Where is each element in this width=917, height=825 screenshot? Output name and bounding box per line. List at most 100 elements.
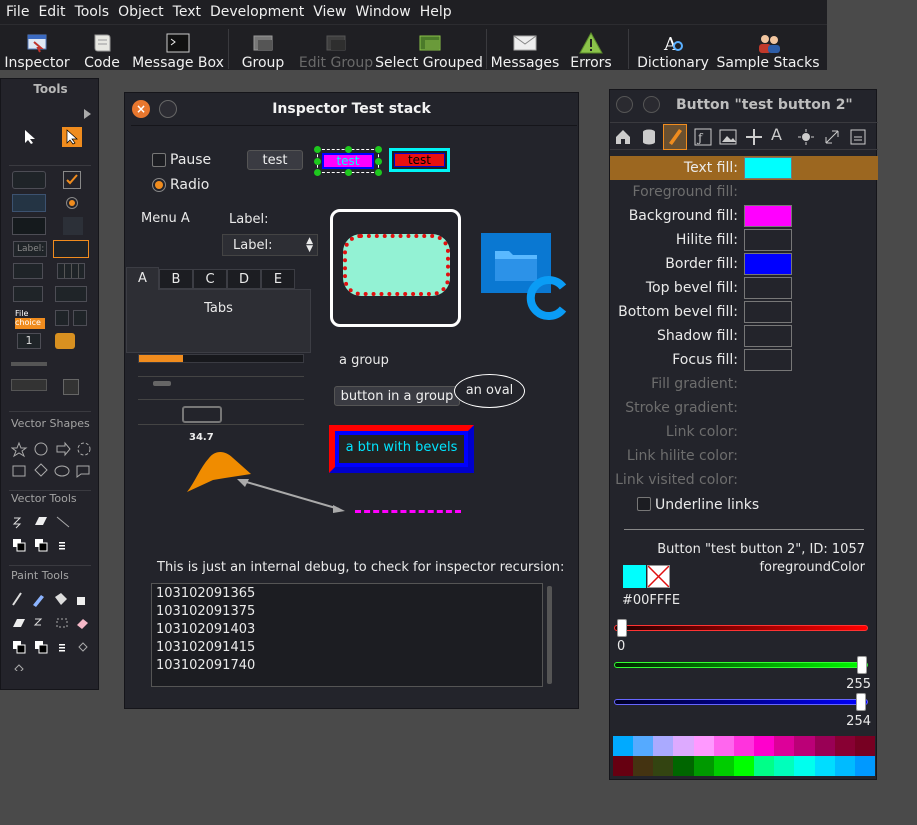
palette-swatch[interactable] (633, 756, 654, 776)
tab-c[interactable]: C (193, 269, 227, 289)
palette-swatch[interactable] (814, 736, 835, 756)
palette-swatch[interactable] (693, 736, 714, 756)
test-button-3[interactable]: test (389, 148, 450, 172)
table-field-tool-icon[interactable] (57, 263, 85, 279)
close-button[interactable] (616, 96, 633, 113)
no-color-swatch[interactable] (647, 565, 670, 588)
color-swatch[interactable] (744, 253, 792, 275)
close-button[interactable]: × (132, 100, 150, 118)
default-button-tool-icon[interactable] (12, 194, 46, 212)
menu-help[interactable]: Help (418, 4, 459, 20)
double-arrow-line[interactable] (235, 473, 350, 519)
rectangle-button-tool-icon[interactable] (12, 217, 46, 235)
scrollbar-tool-icon[interactable] (11, 379, 47, 391)
group-button[interactable]: Group (240, 29, 286, 71)
property-row[interactable]: Shadow fill: (610, 324, 878, 348)
bevel-button[interactable]: a btn with bevels (329, 425, 474, 473)
palette-swatch[interactable] (754, 736, 775, 756)
checkbox-tool-icon[interactable] (63, 171, 81, 189)
menu-text[interactable]: Text (171, 4, 208, 20)
palette-swatch[interactable] (633, 736, 654, 756)
sample-stacks-button[interactable]: Sample Stacks (717, 29, 820, 71)
property-row[interactable]: Stroke gradient: (610, 396, 878, 420)
radio-button[interactable] (152, 178, 166, 192)
green-slider-thumb[interactable] (857, 656, 867, 674)
scrollbar-thumb[interactable] (182, 406, 222, 423)
tab-d[interactable]: D (227, 269, 261, 289)
oval-graphic[interactable]: an oval (454, 374, 525, 408)
color-swatch[interactable] (744, 277, 792, 299)
dashed-line-graphic[interactable] (355, 510, 461, 513)
palette-swatch[interactable] (854, 756, 876, 776)
move-icon[interactable] (744, 127, 764, 151)
color-swatch[interactable] (744, 325, 792, 347)
property-row[interactable]: Hilite fill: (610, 228, 878, 252)
palette-swatch[interactable] (733, 756, 755, 776)
current-color-swatch[interactable] (623, 565, 646, 588)
menu-tools[interactable]: Tools (73, 4, 117, 20)
home-icon[interactable] (613, 127, 633, 151)
progress-tool-icon[interactable] (55, 333, 75, 349)
red-slider-thumb[interactable] (617, 619, 627, 637)
palette-swatch[interactable] (713, 756, 734, 776)
option-menu[interactable]: Label: ▲ ▼ (222, 234, 318, 256)
button-in-a-group[interactable]: button in a group (334, 386, 460, 406)
property-row[interactable]: Foreground fill: (610, 180, 878, 204)
property-row[interactable]: Link hilite color: (610, 444, 878, 468)
palette-swatch[interactable] (834, 736, 855, 756)
palette-swatch[interactable] (754, 756, 775, 776)
dictionary-button[interactable]: A Dictionary (637, 29, 709, 71)
button-tool-icon[interactable] (12, 171, 46, 189)
menu-development[interactable]: Development (208, 4, 311, 20)
minimize-button[interactable] (159, 100, 177, 118)
resize-icon[interactable] (822, 127, 842, 151)
errors-button[interactable]: Errors (568, 29, 614, 71)
slider-thumb[interactable] (153, 381, 171, 386)
palette-swatch[interactable] (774, 736, 795, 756)
palette-swatch[interactable] (854, 736, 876, 756)
messages-button[interactable]: Messages (491, 29, 559, 71)
menu-a[interactable]: Menu A (141, 211, 190, 226)
property-row[interactable]: Top bevel fill: (610, 276, 878, 300)
inspector-button[interactable]: Inspector (4, 29, 70, 71)
property-row[interactable]: Text fill: (610, 156, 878, 180)
palette-swatch[interactable] (814, 756, 835, 776)
message-box-button[interactable]: Message Box (132, 29, 224, 71)
combo-box-tool-icon[interactable] (55, 286, 87, 302)
debug-scrollbar[interactable] (547, 586, 552, 684)
text-field-tool-icon[interactable] (53, 240, 89, 258)
popup-tool-icon[interactable] (55, 310, 69, 326)
property-row[interactable]: Border fill: (610, 252, 878, 276)
tab-b[interactable]: B (159, 269, 193, 289)
database-icon[interactable] (639, 127, 659, 151)
pulldown-tool-icon[interactable] (73, 310, 87, 326)
label-field-tool[interactable]: Label: (13, 241, 47, 257)
pause-checkbox[interactable] (152, 153, 166, 167)
red-slider[interactable] (614, 625, 868, 631)
vector-tools-icons[interactable] (11, 515, 91, 559)
blue-slider[interactable] (614, 699, 868, 705)
palette-swatch[interactable] (673, 756, 694, 776)
property-row[interactable]: Link visited color: (610, 468, 878, 492)
palette-swatch[interactable] (653, 756, 674, 776)
code-button[interactable]: Code (80, 29, 124, 71)
debug-field[interactable]: 103102091365 103102091375 103102091403 1… (151, 583, 543, 687)
option-menu-tool-icon[interactable]: File choice (15, 309, 45, 329)
scrolling-field-tool-icon[interactable] (13, 286, 43, 302)
image-tool-icon[interactable] (63, 379, 79, 395)
paint-tools-icons[interactable] (11, 591, 93, 675)
edit-group-button[interactable]: Edit Group (299, 29, 373, 71)
function-icon[interactable]: ƒ (693, 127, 713, 151)
test-button-1[interactable]: test (247, 150, 303, 170)
dotted-rounded-rect-graphic[interactable] (343, 234, 450, 296)
palette-swatch[interactable] (713, 736, 734, 756)
expand-arrow-icon[interactable] (84, 109, 91, 119)
vector-shapes-icons[interactable] (10, 441, 93, 485)
list-field-tool-icon[interactable] (13, 263, 43, 279)
color-swatch[interactable] (744, 349, 792, 371)
menu-edit[interactable]: Edit (36, 4, 72, 20)
green-slider[interactable] (614, 662, 868, 668)
palette-swatch[interactable] (693, 756, 714, 776)
property-row[interactable]: Background fill: (610, 204, 878, 228)
text-icon[interactable]: A (771, 125, 782, 144)
